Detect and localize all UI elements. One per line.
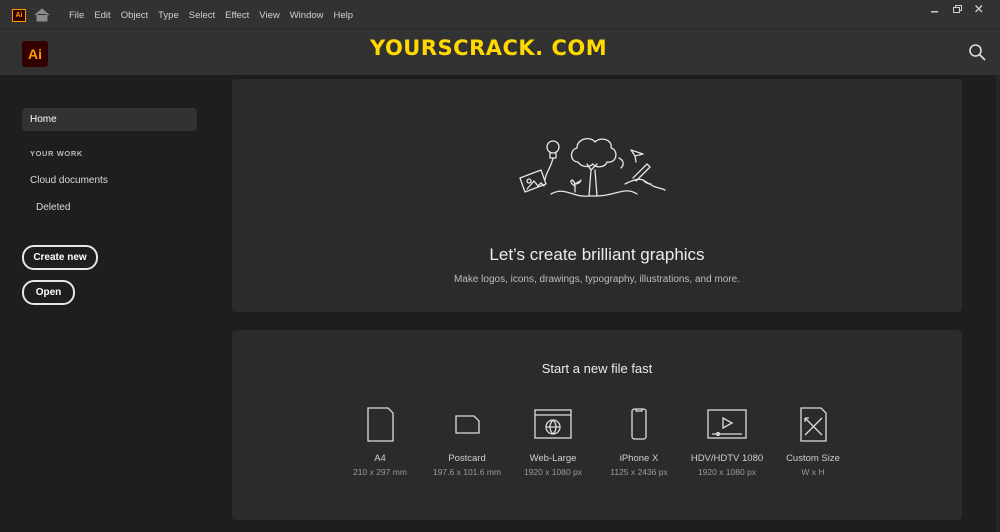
close-button[interactable] <box>968 0 990 18</box>
menu-window[interactable]: Window <box>285 10 329 21</box>
minimize-button[interactable] <box>924 0 946 18</box>
menu-effect[interactable]: Effect <box>220 10 254 21</box>
preset-dims: W x H <box>801 467 825 477</box>
search-icon[interactable] <box>968 43 986 61</box>
main-menu: File Edit Object Type Select Effect View… <box>64 0 358 30</box>
preset-dims: 1920 x 1080 px <box>523 467 583 477</box>
preset-list: A4 210 x 297 mm Postcard 197.6 x 101.6 m… <box>342 406 862 486</box>
menu-help[interactable]: Help <box>329 10 359 21</box>
menu-object[interactable]: Object <box>116 10 153 21</box>
new-file-card: Start a new file fast A4 210 x 297 mm Po… <box>232 330 962 520</box>
sidebar-item-deleted[interactable]: Deleted <box>36 202 70 213</box>
preset-dims: 1125 x 2436 px <box>610 467 668 477</box>
preset-name: iPhone X <box>619 453 659 464</box>
preset-a4[interactable]: A4 210 x 297 mm <box>337 406 423 477</box>
section-label-your-work: YOUR WORK <box>30 149 83 158</box>
minimize-icon <box>931 11 938 13</box>
postcard-icon <box>455 415 480 434</box>
window-controls <box>924 0 990 18</box>
preset-custom-size[interactable]: Custom Size W x H <box>770 406 856 477</box>
watermark-text: YOURSCRACK. COM <box>370 36 608 60</box>
hero-card: Let’s create brilliant graphics Make log… <box>232 79 962 312</box>
close-icon <box>975 5 983 13</box>
hero-subtitle: Make logos, icons, drawings, typography,… <box>453 274 741 285</box>
home-icon[interactable] <box>34 8 50 22</box>
preset-iphone-x[interactable]: iPhone X 1125 x 2436 px <box>596 406 682 477</box>
preset-hdv-hdtv-1080[interactable]: HDV/HDTV 1080 1920 x 1080 px <box>684 406 770 477</box>
preset-web-large[interactable]: Web-Large 1920 x 1080 px <box>510 406 596 477</box>
new-file-title: Start a new file fast <box>541 361 653 376</box>
video-icon <box>707 409 747 439</box>
open-button[interactable]: Open <box>22 280 75 305</box>
custom-size-icon <box>800 407 827 442</box>
document-icon <box>367 407 394 442</box>
preset-name: Custom Size <box>786 453 840 464</box>
web-icon <box>534 409 572 439</box>
restore-button[interactable] <box>946 0 968 18</box>
menu-select[interactable]: Select <box>184 10 220 21</box>
restore-icon <box>953 5 962 13</box>
menu-file[interactable]: File <box>64 10 89 21</box>
preset-postcard[interactable]: Postcard 197.6 x 101.6 mm <box>424 406 510 477</box>
preset-name: Web-Large <box>529 453 577 464</box>
preset-dims: 1920 x 1080 px <box>697 467 757 477</box>
preset-dims: 197.6 x 101.6 mm <box>432 467 502 477</box>
phone-icon <box>631 408 647 440</box>
app-header: Ai YOURSCRACK. COM <box>0 30 1000 75</box>
sidebar-item-cloud-documents[interactable]: Cloud documents <box>30 175 108 186</box>
menu-edit[interactable]: Edit <box>89 10 115 21</box>
app-logo-small: Ai <box>12 9 26 22</box>
illustrator-logo: Ai <box>22 41 48 67</box>
hero-title: Let’s create brilliant graphics <box>489 245 705 264</box>
menu-type[interactable]: Type <box>153 10 184 21</box>
preset-name: HDV/HDTV 1080 <box>690 453 764 464</box>
preset-dims: 210 x 297 mm <box>353 467 407 477</box>
menu-bar: Ai File Edit Object Type Select Effect V… <box>0 0 1000 30</box>
menu-view[interactable]: View <box>254 10 284 21</box>
create-new-button[interactable]: Create new <box>22 245 98 270</box>
sidebar-item-home[interactable]: Home <box>22 108 197 131</box>
preset-name: Postcard <box>448 453 486 464</box>
scrollbar[interactable] <box>996 75 1000 532</box>
illustration-art <box>519 137 666 197</box>
preset-name: A4 <box>374 453 386 464</box>
sidebar: Home YOUR WORK Cloud documents Deleted C… <box>0 75 215 532</box>
